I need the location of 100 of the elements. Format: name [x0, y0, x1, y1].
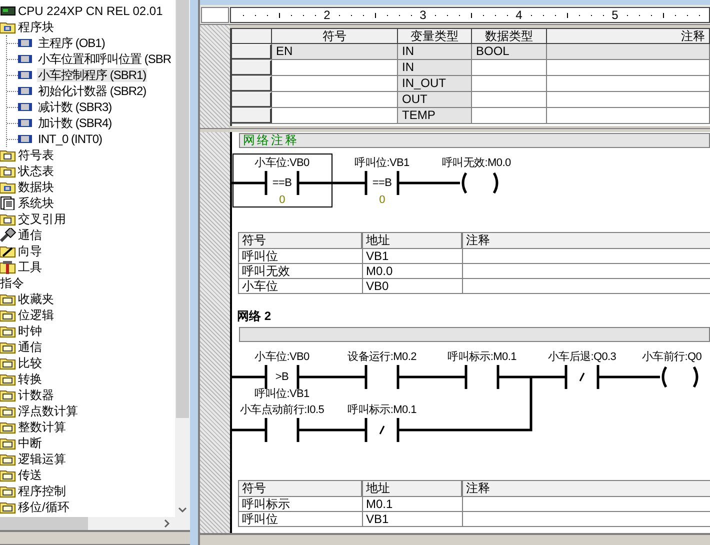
row-header[interactable]	[232, 108, 272, 123]
tree-item[interactable]: 收藏夹	[18, 292, 54, 306]
contact-symbol[interactable]	[564, 365, 600, 389]
folder-icon	[0, 20, 16, 34]
folder-icon	[0, 436, 16, 450]
folder-icon	[0, 500, 16, 514]
tree-item[interactable]: 小车位置和呼叫位置 (SBR	[37, 52, 172, 66]
contact-symbol[interactable]	[364, 171, 400, 195]
plug-icon	[0, 228, 16, 242]
tree-item[interactable]: CPU 224XP CN REL 02.01	[18, 4, 163, 18]
folder-icon	[0, 452, 16, 466]
tree-item[interactable]: 时钟	[18, 324, 42, 338]
tree-item[interactable]: INT_0 (INT0)	[37, 132, 104, 146]
tree-item[interactable]: 移位/循环	[18, 500, 70, 514]
operand-label: 小车前行:Q0	[642, 350, 702, 364]
horizontal-scrollbar[interactable]	[0, 517, 190, 530]
column-header: 数据类型	[472, 29, 547, 43]
operand-label: 呼叫位:VB1	[354, 156, 410, 170]
table-cell: 呼叫位	[239, 512, 363, 527]
table-cell[interactable]: TEMP	[398, 108, 472, 123]
folder-icon	[0, 292, 16, 306]
compare-operator: ==B	[272, 176, 292, 190]
coil-symbol[interactable]	[662, 366, 698, 388]
contact-symbol[interactable]	[264, 418, 300, 442]
contact-symbol[interactable]	[264, 171, 300, 195]
tree-item[interactable]: 传送	[18, 468, 42, 482]
tree-item[interactable]: 比较	[18, 356, 42, 370]
row-header[interactable]	[232, 92, 272, 107]
block-icon	[18, 38, 32, 48]
tree-item[interactable]: 主程序 (OB1)	[37, 36, 106, 50]
folder-icon	[0, 420, 16, 434]
tree-item[interactable]: 数据块	[18, 180, 54, 194]
tree-item[interactable]: 指令	[0, 276, 24, 290]
tree-item[interactable]: 通信	[18, 228, 42, 242]
table-cell: M0.1	[363, 497, 463, 512]
tree-item[interactable]: 状态表	[18, 164, 54, 178]
table-cell[interactable]: OUT	[398, 92, 472, 107]
vertical-scrollbar[interactable]	[175, 0, 190, 517]
scrollbar-thumb[interactable]	[0, 517, 88, 530]
table-cell[interactable]: IN	[398, 44, 472, 59]
tree-item[interactable]: 系统块	[18, 196, 54, 210]
tree-item[interactable]: 浮点数计算	[18, 404, 78, 418]
tree-item[interactable]: 符号表	[18, 148, 54, 162]
table-cell: 呼叫无效	[239, 264, 363, 279]
table-cell: 呼叫位	[239, 249, 363, 264]
tree-item[interactable]: 小车控制程序 (SBR1)	[37, 68, 148, 82]
tree-item[interactable]: 初始化计数器 (SBR2)	[37, 84, 148, 98]
contact-symbol[interactable]	[464, 365, 500, 389]
block-icon	[18, 102, 32, 112]
cpu-icon	[0, 4, 16, 18]
block-icon	[18, 54, 32, 64]
tree-item[interactable]: 交叉引用	[18, 212, 66, 226]
table-cell[interactable]	[547, 44, 710, 59]
tree-item[interactable]: 整数计算	[18, 420, 66, 434]
contact-symbol[interactable]	[264, 365, 300, 389]
contact-symbol[interactable]	[364, 365, 400, 389]
table-cell: VB1	[363, 249, 463, 264]
table-cell: 小车位	[239, 279, 363, 294]
table-cell[interactable]: IN_OUT	[398, 76, 472, 91]
tree-item[interactable]: 转换	[18, 372, 42, 386]
row-header[interactable]	[232, 44, 272, 59]
tree-item[interactable]: 减计数 (SBR3)	[37, 100, 113, 114]
table-cell[interactable]: IN	[398, 60, 472, 75]
tree-item[interactable]: 中断	[18, 436, 42, 450]
column-header: 变量类型	[398, 29, 472, 43]
table-cell: VB1	[363, 512, 463, 527]
table-cell[interactable]: EN	[272, 44, 398, 59]
network-comment[interactable]	[239, 327, 710, 342]
tree-item[interactable]: 计数器	[18, 388, 54, 402]
tree-item[interactable]: 加计数 (SBR4)	[37, 116, 113, 130]
folder-icon	[0, 484, 16, 498]
table-cell[interactable]: BOOL	[472, 44, 547, 59]
splitter-bar[interactable]	[200, 128, 710, 132]
folder-icon	[0, 388, 16, 402]
tree-item[interactable]: 向导	[18, 244, 42, 258]
network-title: 网络 2	[237, 308, 272, 324]
splitter-bar[interactable]	[190, 0, 200, 545]
tree-item[interactable]: 程序控制	[18, 484, 66, 498]
status-value: 0	[379, 193, 385, 207]
contact-symbol[interactable]	[364, 418, 400, 442]
table-cell: VB0	[363, 279, 463, 294]
folder-icon	[0, 356, 16, 370]
operand-label: 小车点动前行:I0.5	[240, 403, 324, 417]
tree-item[interactable]: 工具	[18, 260, 42, 274]
tree-item[interactable]: 通信	[18, 340, 42, 354]
scrollbar-thumb[interactable]	[176, 0, 189, 418]
row-header[interactable]	[232, 76, 272, 91]
ruler-label: 3	[418, 8, 428, 22]
tree-item[interactable]: 位逻辑	[18, 308, 54, 322]
operand-label: 小车后退:Q0.3	[548, 350, 616, 364]
coil-symbol[interactable]	[462, 172, 498, 194]
block-icon	[18, 134, 32, 144]
scroll-right-icon[interactable]	[164, 519, 170, 528]
network-comment[interactable]: 网络注释	[239, 133, 710, 148]
tree-item[interactable]: 逻辑运算	[18, 452, 66, 466]
column-header: 符号	[272, 29, 398, 43]
row-header[interactable]	[232, 60, 272, 75]
tree-item[interactable]: 程序块	[18, 20, 54, 34]
scroll-down-icon[interactable]	[178, 507, 187, 513]
column-header: 注释	[463, 233, 710, 249]
